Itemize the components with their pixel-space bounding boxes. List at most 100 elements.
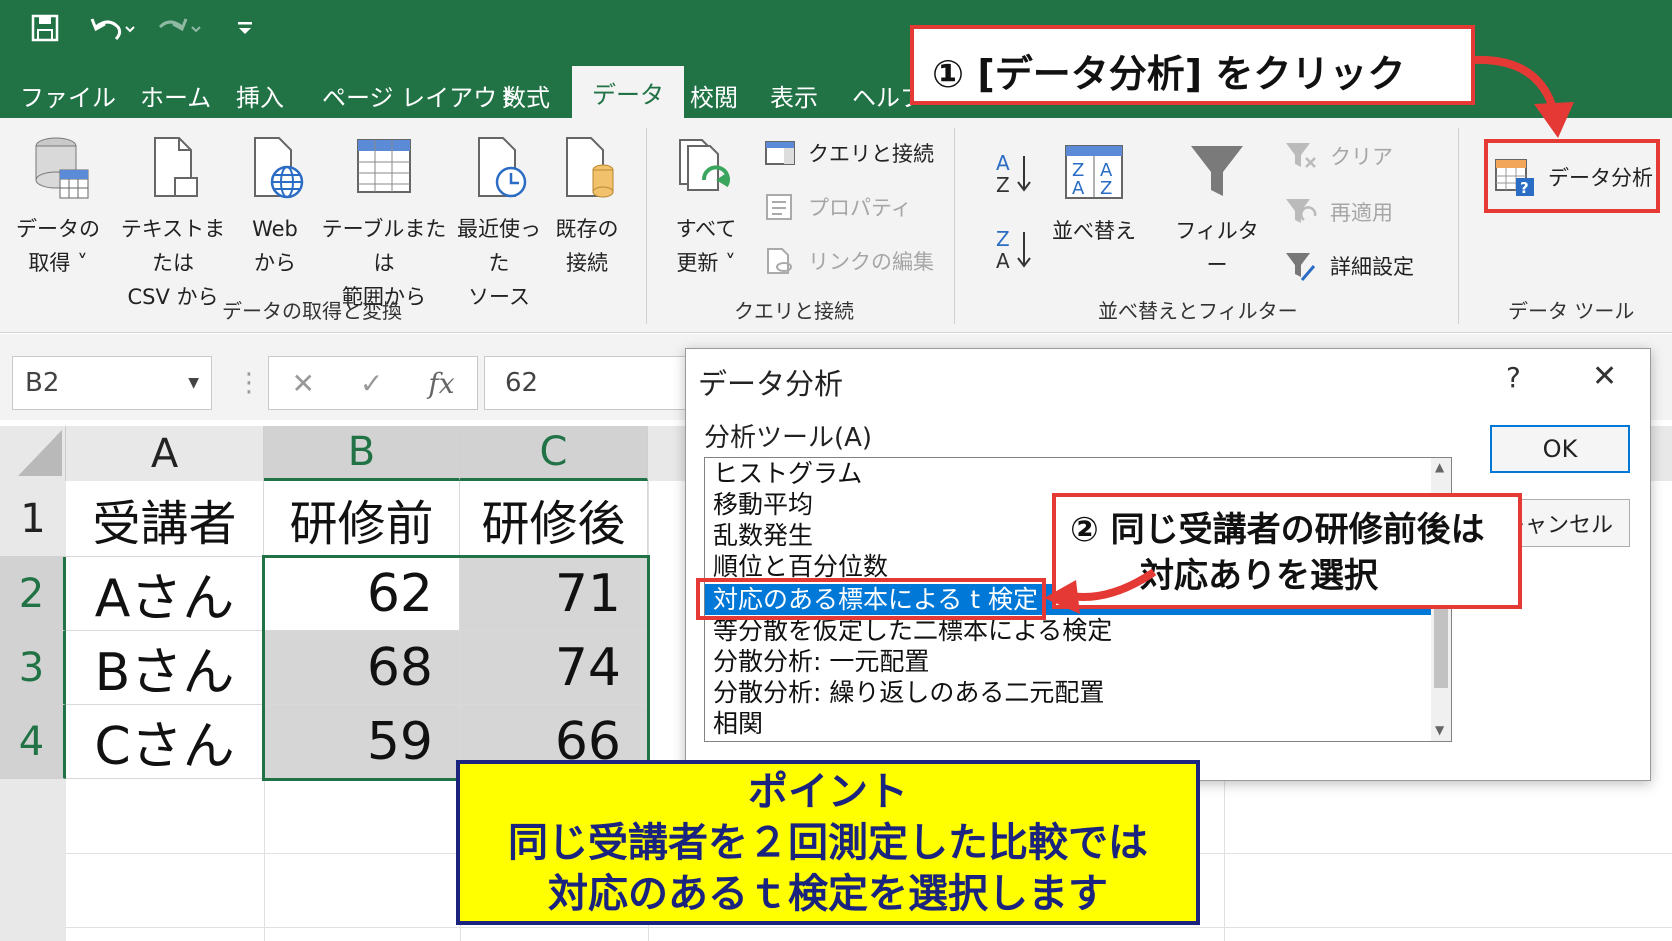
cell-a3[interactable]: Bさん bbox=[66, 631, 264, 705]
properties-icon bbox=[766, 194, 792, 220]
text-csv-label-2: CSV から bbox=[127, 285, 219, 309]
properties-button[interactable]: プロパティ bbox=[764, 192, 912, 222]
filter-funnel-icon bbox=[1191, 146, 1243, 196]
cell-c2[interactable]: 71 bbox=[460, 557, 648, 631]
customize-qat-icon[interactable] bbox=[236, 10, 254, 46]
web-label-2: から bbox=[254, 251, 296, 275]
tab-view[interactable]: 表示 bbox=[770, 72, 818, 118]
analysis-tools-label: 分析ツール(A) bbox=[704, 423, 873, 453]
enter-entry-icon[interactable]: ✓ bbox=[360, 367, 383, 400]
point-line2: 対応のあるｔ検定を選択します bbox=[548, 871, 1108, 917]
scroll-thumb[interactable] bbox=[1434, 608, 1448, 688]
list-item[interactable]: 相関 bbox=[705, 708, 1433, 739]
refresh-label-2: 更新 ˅ bbox=[676, 251, 736, 275]
tab-review[interactable]: 校閲 bbox=[690, 72, 738, 118]
column-header-c[interactable]: C bbox=[460, 426, 648, 481]
get-data-button[interactable]: データの 取得 ˅ bbox=[16, 132, 100, 280]
cell-c3[interactable]: 74 bbox=[460, 631, 648, 705]
row-header-4[interactable]: 4 bbox=[0, 705, 66, 779]
cell-b2[interactable]: 62 bbox=[264, 557, 460, 631]
chevron-down-icon[interactable]: ▼ bbox=[188, 375, 199, 391]
web-button[interactable]: Web から bbox=[240, 132, 310, 280]
recent-sources-button[interactable]: 最近使った ソース bbox=[452, 132, 546, 314]
row-header-3[interactable]: 3 bbox=[0, 631, 66, 705]
cell-b1[interactable]: 研修前 bbox=[264, 481, 460, 557]
sort-az-icon[interactable]: AZ bbox=[994, 150, 1034, 200]
cell-c1[interactable]: 研修後 bbox=[460, 481, 648, 557]
data-analysis-highlight bbox=[1484, 139, 1660, 213]
gridline bbox=[264, 779, 265, 941]
ribbon-separator bbox=[646, 128, 647, 324]
undo-icon[interactable] bbox=[88, 10, 136, 46]
save-icon[interactable] bbox=[30, 10, 60, 46]
reapply-button[interactable]: 再適用 bbox=[1284, 196, 1393, 228]
clear-filter-icon bbox=[1286, 143, 1316, 168]
tab-page-layout[interactable]: ページ レイアウト bbox=[322, 72, 521, 118]
svg-text:Z: Z bbox=[996, 227, 1010, 251]
web-globe-icon bbox=[254, 137, 304, 199]
ok-button[interactable]: OK bbox=[1490, 425, 1630, 473]
table-icon bbox=[357, 139, 411, 193]
get-data-label-1: データの bbox=[16, 217, 100, 241]
row-header-2[interactable]: 2 bbox=[0, 557, 66, 631]
clear-filter-button[interactable]: クリア bbox=[1284, 140, 1393, 172]
help-icon[interactable]: ? bbox=[1506, 361, 1521, 394]
dialog-title: データ分析 bbox=[698, 367, 844, 401]
insert-function-icon[interactable]: fx bbox=[428, 367, 454, 400]
group-data-tools-label: データ ツール bbox=[1508, 299, 1635, 323]
svg-text:Z: Z bbox=[996, 173, 1010, 196]
text-csv-button[interactable]: テキストまたは CSV から bbox=[112, 132, 234, 314]
tab-formulas[interactable]: 数式 bbox=[502, 72, 550, 118]
web-label-1: Web bbox=[252, 217, 298, 241]
group-get-transform-label: データの取得と変換 bbox=[222, 299, 402, 323]
existing-connections-button[interactable]: 既存の 接続 bbox=[550, 132, 624, 280]
existing-connections-icon bbox=[566, 137, 614, 198]
filter-button[interactable]: フィルター bbox=[1172, 140, 1262, 282]
sort-button[interactable]: ZAAZ 並べ替え bbox=[1050, 140, 1138, 248]
row-header-1[interactable]: 1 bbox=[0, 481, 66, 557]
recent-label-1: 最近使った bbox=[457, 217, 541, 275]
cell-a2[interactable]: Aさん bbox=[66, 557, 264, 631]
reapply-icon bbox=[1286, 199, 1317, 223]
cell-a4[interactable]: Cさん bbox=[66, 705, 264, 779]
cell-b3[interactable]: 68 bbox=[264, 631, 460, 705]
scroll-down-icon[interactable]: ▼ bbox=[1435, 723, 1444, 737]
tab-file[interactable]: ファイル bbox=[20, 72, 116, 118]
list-item[interactable]: ヒストグラム bbox=[705, 458, 1433, 489]
scroll-up-icon[interactable]: ▲ bbox=[1435, 460, 1444, 474]
database-icon bbox=[35, 137, 89, 199]
sort-za-icon[interactable]: ZA bbox=[994, 226, 1034, 276]
ribbon-separator bbox=[954, 128, 955, 324]
refresh-all-button[interactable]: すべて 更新 ˅ bbox=[664, 132, 748, 280]
queries-connections-button[interactable]: クエリと接続 bbox=[764, 138, 934, 168]
tab-home[interactable]: ホーム bbox=[140, 72, 211, 118]
redo-icon[interactable] bbox=[152, 10, 202, 46]
point-note: ポイント 同じ受講者を２回測定した比較では 対応のあるｔ検定を選択します bbox=[456, 760, 1200, 925]
refresh-label-1: すべて bbox=[675, 217, 737, 241]
svg-text:A: A bbox=[996, 249, 1010, 272]
table-range-button[interactable]: テーブルまたは 範囲から bbox=[318, 132, 450, 314]
advanced-filter-icon bbox=[1286, 253, 1316, 281]
close-icon[interactable]: ✕ bbox=[1592, 359, 1617, 394]
cell-b4[interactable]: 59 bbox=[264, 705, 460, 779]
cancel-entry-icon[interactable]: ✕ bbox=[291, 367, 314, 400]
edit-links-button[interactable]: リンクの編集 bbox=[764, 246, 934, 276]
step2-line1: ② 同じ受講者の研修前後は bbox=[1070, 510, 1485, 550]
select-all-corner[interactable] bbox=[0, 426, 66, 481]
column-header-b[interactable]: B bbox=[264, 426, 460, 481]
advanced-filter-button[interactable]: 詳細設定 bbox=[1284, 250, 1414, 282]
point-title: ポイント bbox=[748, 769, 908, 815]
formula-input[interactable]: 62 bbox=[484, 356, 704, 410]
svg-text:Z: Z bbox=[1100, 178, 1112, 199]
table-range-label-1: テーブルまたは bbox=[321, 217, 447, 275]
list-item[interactable]: 分散分析: 一元配置 bbox=[705, 646, 1433, 677]
tab-data[interactable]: データ bbox=[572, 66, 684, 118]
list-item[interactable]: 分散分析: 繰り返しのある二元配置 bbox=[705, 677, 1433, 708]
name-box[interactable]: B2 ▼ bbox=[12, 356, 212, 410]
reapply-label: 再適用 bbox=[1330, 201, 1393, 225]
cell-a1[interactable]: 受講者 bbox=[66, 481, 264, 557]
column-header-a[interactable]: A bbox=[66, 426, 264, 481]
text-file-icon bbox=[154, 137, 198, 197]
group-sort-filter-label: 並べ替えとフィルター bbox=[1098, 299, 1298, 323]
tab-insert[interactable]: 挿入 bbox=[236, 72, 284, 118]
